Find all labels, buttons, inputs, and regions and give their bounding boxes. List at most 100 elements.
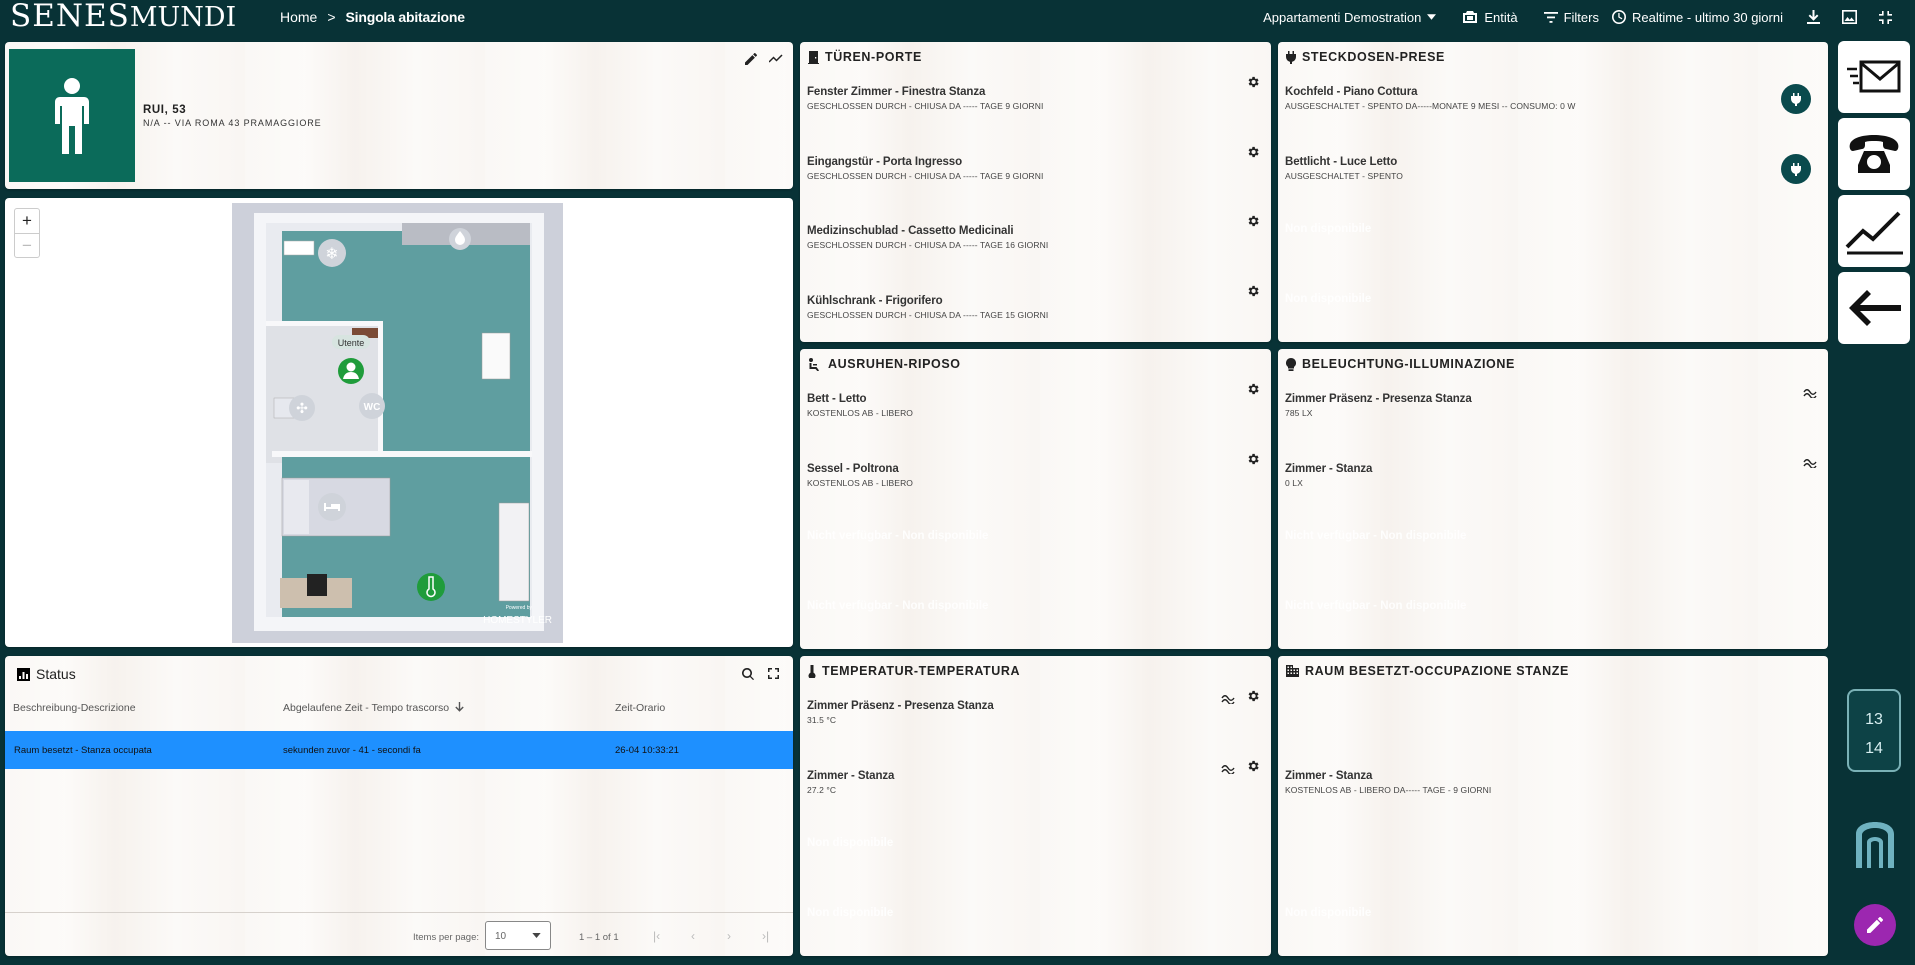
settings-icon[interactable]: [1246, 759, 1260, 773]
sockets-panel: STECKDOSEN-PRESE Kochfeld - Piano Cottur…: [1278, 42, 1828, 342]
bar-chart-icon: [17, 667, 30, 681]
download-icon: [1807, 10, 1820, 24]
image-icon: [1842, 10, 1857, 24]
breadcrumb: Home > Singola abitazione: [280, 9, 465, 25]
seat-icon: [809, 357, 819, 371]
trend-icon[interactable]: [769, 53, 783, 63]
occupancy-panel: RAUM BESETZT-OCCUPAZIONE STANZE Zimmer -…: [1278, 656, 1828, 956]
realtime-button[interactable]: Realtime - ultimo 30 giorni: [1611, 0, 1796, 34]
settings-icon[interactable]: [1246, 214, 1260, 228]
breadcrumb-separator: >: [327, 9, 336, 25]
shower-icon: ✣: [296, 401, 308, 417]
door-item[interactable]: Eingangstür - Porta Ingresso GESCHLOSSEN …: [807, 156, 1207, 181]
filter-icon: [1543, 11, 1558, 23]
edit-icon[interactable]: [745, 53, 757, 65]
plug-icon: [1286, 50, 1296, 64]
envelope-icon: [1847, 60, 1901, 93]
logo[interactable]: SENESMUNDI: [10, 0, 265, 35]
fullscreen-button[interactable]: [1868, 0, 1903, 34]
clock-minute: 14: [1865, 740, 1883, 757]
apartment-select[interactable]: Appartamenti Demostration: [1250, 0, 1449, 34]
wave-icon[interactable]: [1221, 691, 1235, 705]
thermometer-icon: [808, 664, 816, 678]
first-page-button[interactable]: |‹: [653, 929, 660, 943]
edit-fab-button[interactable]: [1854, 904, 1896, 946]
wave-icon[interactable]: [1221, 761, 1235, 775]
wave-icon[interactable]: [1803, 455, 1817, 469]
pencil-icon: [1867, 917, 1883, 933]
door-item[interactable]: Medizinschublad - Cassetto Medicinali GES…: [807, 225, 1207, 250]
building-icon: [1286, 665, 1299, 677]
settings-icon[interactable]: [1246, 145, 1260, 159]
download-button[interactable]: [1796, 0, 1831, 34]
floorplan-panel: + − ❄ Utente ✣ WC Powered by HOMESTYLER: [5, 198, 793, 647]
door-item[interactable]: Kühlschrank - Frigorifero GESCHLOSSEN DUR…: [807, 295, 1207, 320]
socket-toggle-button[interactable]: [1781, 84, 1811, 114]
settings-icon[interactable]: [1246, 284, 1260, 298]
unavailable-item: Non disponibile: [1285, 223, 1372, 235]
snowflake-icon: ❄: [325, 244, 338, 263]
items-per-page-label: Items per page:: [413, 932, 480, 943]
door-item[interactable]: Fenster Zimmer - Finestra Stanza GESCHLOS…: [807, 86, 1207, 111]
wave-icon[interactable]: [1803, 385, 1817, 399]
avatar: [9, 49, 135, 182]
lighting-panel: BELEUCHTUNG-ILLUMINAZIONE Zimmer Präsenz…: [1278, 349, 1828, 649]
arrow-left-icon: [1849, 290, 1901, 326]
plug-icon: [1791, 162, 1801, 176]
message-button[interactable]: [1838, 41, 1910, 113]
status-panel: Status Beschreibung-Descrizione Abgelauf…: [5, 656, 793, 956]
temperature-item[interactable]: Zimmer - Stanza 27.2 °C: [807, 770, 1207, 795]
occupancy-item[interactable]: Zimmer - Stanza KOSTENLOS AB - LIBERO DA-…: [1285, 770, 1685, 795]
clock-hour: 13: [1865, 711, 1883, 728]
unavailable-item: Nicht verfügbar - Non disponibile: [807, 600, 989, 612]
doors-title: TÜREN-PORTE: [808, 50, 922, 64]
entity-button[interactable]: Entità: [1449, 0, 1530, 34]
table-row[interactable]: Raum besetzt - Stanza occupata sekunden …: [5, 731, 793, 769]
image-button[interactable]: [1831, 0, 1868, 34]
unavailable-item: Nicht verfügbar - Non disponibile: [1285, 600, 1467, 612]
status-title: Status: [17, 666, 76, 682]
occupancy-title: RAUM BESETZT-OCCUPAZIONE STANZE: [1286, 664, 1569, 678]
call-button[interactable]: [1838, 118, 1910, 190]
breadcrumb-home[interactable]: Home: [280, 9, 317, 25]
person-icon: [55, 77, 89, 154]
chart-button[interactable]: [1838, 195, 1910, 267]
row-description: Raum besetzt - Stanza occupata: [14, 745, 152, 756]
settings-icon[interactable]: [1246, 75, 1260, 89]
arrow-down-icon: [455, 702, 464, 712]
socket-toggle-button[interactable]: [1781, 154, 1811, 184]
column-header-description[interactable]: Beschreibung-Descrizione: [13, 702, 136, 714]
user-location-icon[interactable]: [346, 362, 356, 372]
rest-item[interactable]: Bett - Letto KOSTENLOS AB - LIBERO: [807, 393, 1207, 418]
user-marker-label: Utente: [338, 338, 365, 348]
arch-logo-icon: [1856, 822, 1894, 868]
search-icon[interactable]: [742, 668, 754, 680]
back-button[interactable]: [1838, 272, 1910, 344]
prev-page-button[interactable]: ‹: [691, 929, 695, 943]
settings-icon[interactable]: [1246, 382, 1260, 396]
socket-item[interactable]: Kochfeld - Piano Cottura AUSGESCHALTET - …: [1285, 86, 1685, 111]
column-header-time[interactable]: Zeit-Orario: [615, 702, 665, 714]
floorplan[interactable]: ❄ Utente ✣ WC Powered by HOMESTYLER: [232, 203, 563, 643]
resident-name: RUI, 53: [143, 104, 187, 116]
next-page-button[interactable]: ›: [727, 929, 731, 943]
clock-icon: [1611, 10, 1626, 24]
filters-button[interactable]: Filters: [1531, 0, 1612, 34]
expand-icon[interactable]: [768, 668, 779, 679]
settings-icon[interactable]: [1246, 689, 1260, 703]
zoom-in-button[interactable]: +: [15, 209, 39, 233]
socket-item[interactable]: Bettlicht - Luce Letto AUSGESCHALTET - SP…: [1285, 156, 1685, 181]
zoom-control: + −: [14, 208, 40, 258]
lighting-item[interactable]: Zimmer - Stanza 0 LX: [1285, 463, 1685, 488]
telephone-icon: [1849, 135, 1899, 173]
entity-icon: [1463, 11, 1478, 23]
temperature-item[interactable]: Zimmer Präsenz - Presenza Stanza 31.5 °C: [807, 700, 1207, 725]
rest-item[interactable]: Sessel - Poltrona KOSTENLOS AB - LIBERO: [807, 463, 1207, 488]
lighting-item[interactable]: Zimmer Präsenz - Presenza Stanza 785 LX: [1285, 393, 1685, 418]
settings-icon[interactable]: [1246, 452, 1260, 466]
unavailable-item: Non disponibile: [807, 837, 894, 849]
last-page-button[interactable]: ›|: [762, 929, 769, 943]
items-per-page-select[interactable]: 10: [485, 921, 551, 950]
column-header-elapsed[interactable]: Abgelaufene Zeit - Tempo trascorso: [283, 702, 464, 714]
zoom-out-button[interactable]: −: [15, 233, 39, 257]
